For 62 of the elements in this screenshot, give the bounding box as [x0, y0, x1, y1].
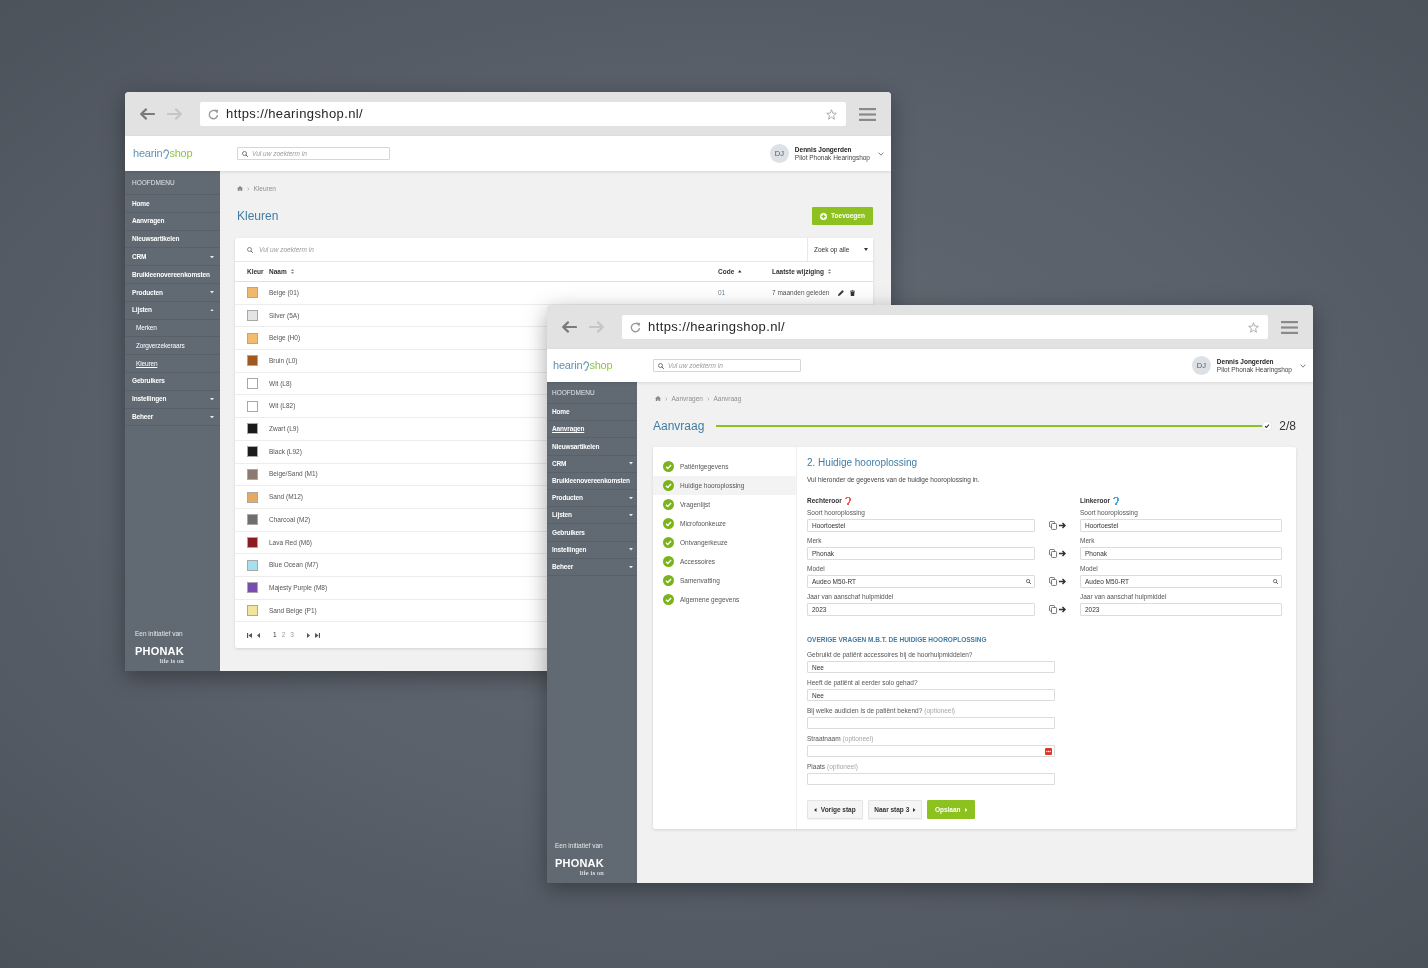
caret-down-icon[interactable] — [1300, 363, 1306, 368]
caret-down-icon[interactable] — [878, 151, 884, 156]
previous-page-icon[interactable] — [257, 632, 260, 638]
refresh-icon[interactable] — [630, 321, 641, 333]
menu-icon[interactable] — [859, 107, 876, 121]
address-bar[interactable]: https://hearingshop.nl/ — [200, 102, 846, 126]
caret-down-icon[interactable] — [210, 255, 214, 259]
next-page-icon[interactable] — [306, 632, 310, 638]
menu-icon[interactable] — [1281, 320, 1298, 334]
ear-icon — [582, 360, 589, 371]
pencil-icon[interactable] — [838, 289, 844, 296]
last-page-icon[interactable] — [314, 632, 320, 638]
logo-text: shop — [589, 359, 613, 372]
caret-down-icon[interactable] — [629, 513, 633, 517]
logo-text: hearin — [553, 359, 583, 372]
caret-left-icon — [814, 807, 817, 812]
search-icon — [658, 362, 664, 369]
caret-down-icon[interactable] — [629, 496, 633, 500]
copy-arrow-icon[interactable] — [1048, 521, 1067, 530]
ear-icon — [162, 148, 169, 159]
caret-up-icon[interactable] — [210, 308, 214, 312]
copy-arrow-icon[interactable] — [1048, 605, 1067, 614]
back-arrow-icon[interactable] — [561, 321, 577, 333]
copy-arrow-icon[interactable] — [1048, 577, 1067, 586]
brand-logo: PHONAK — [135, 646, 184, 657]
caret-right-icon — [964, 807, 968, 812]
input-field[interactable] — [807, 717, 1055, 729]
copy-arrow-icon[interactable] — [1048, 549, 1067, 558]
dots-icon[interactable] — [1045, 747, 1052, 755]
check-icon — [1262, 421, 1273, 431]
caret-down-icon[interactable] — [629, 548, 633, 551]
page-title: Aanvraag — [653, 419, 705, 433]
input-field[interactable] — [807, 745, 1055, 757]
first-page-icon[interactable] — [247, 632, 252, 638]
search-icon — [242, 150, 248, 157]
url-text: https://hearingshop.nl/ — [226, 106, 364, 122]
caret-down-icon[interactable] — [210, 291, 214, 294]
star-icon[interactable] — [1248, 321, 1259, 333]
caret-down-icon[interactable] — [210, 415, 214, 419]
home-icon[interactable] — [655, 396, 661, 401]
back-arrow-icon[interactable] — [139, 108, 155, 120]
page-title: Kleuren — [237, 209, 279, 223]
search-icon[interactable] — [1273, 578, 1278, 584]
url-text: https://hearingshop.nl/ — [648, 319, 786, 335]
trash-icon[interactable] — [850, 289, 855, 296]
caret-down-icon[interactable] — [629, 462, 633, 465]
search-icon[interactable] — [1026, 578, 1031, 584]
search-icon — [247, 246, 253, 253]
input-field[interactable] — [807, 773, 1055, 785]
star-icon[interactable] — [826, 108, 837, 120]
brand-logo: PHONAK — [555, 858, 604, 869]
address-bar[interactable]: https://hearingshop.nl/ — [622, 315, 1268, 339]
caret-down-icon[interactable] — [210, 397, 214, 401]
home-icon[interactable] — [237, 186, 243, 191]
logo-text: hearin — [133, 147, 163, 160]
plus-circle-icon — [820, 212, 828, 220]
refresh-icon[interactable] — [208, 108, 219, 120]
caret-right-icon — [913, 807, 916, 812]
form-title: 2. Huidige hooroplossing — [807, 457, 919, 469]
caret-down-icon[interactable] — [629, 565, 633, 569]
step-counter: 2/8 — [1279, 419, 1296, 433]
logo-text: shop — [169, 147, 193, 160]
